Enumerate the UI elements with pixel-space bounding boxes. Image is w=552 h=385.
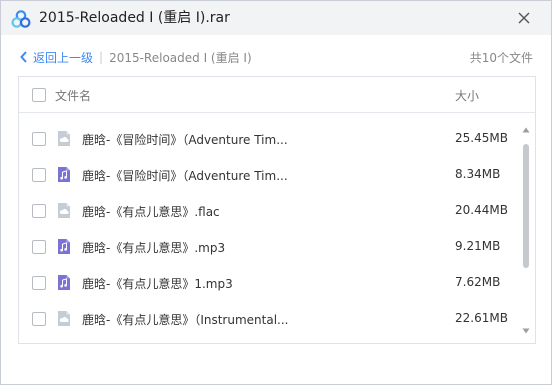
file-size: 9.21MB <box>455 239 501 253</box>
file-row[interactable]: 鹿晗-《有点儿意思》.mp3 9.21MB <box>19 229 519 265</box>
rar-preview-window: 2015-Reloaded I (重启 I).rar 返回上一级 | 2015-… <box>0 0 552 385</box>
row-checkbox[interactable] <box>32 240 46 254</box>
baidu-netdisk-logo-icon <box>11 10 31 28</box>
scroll-down-arrow-icon[interactable] <box>522 328 530 334</box>
column-header-name[interactable]: 文件名 <box>55 87 91 104</box>
back-to-parent-link[interactable]: 返回上一级 <box>33 49 93 66</box>
row-checkbox[interactable] <box>32 168 46 182</box>
file-list: 文件名 大小 鹿晗-《冒险时间》（Adventure Tim... 25.45M… <box>18 76 536 344</box>
breadcrumb: 返回上一级 | 2015-Reloaded I (重启 I) <box>19 47 252 67</box>
chevron-left-icon[interactable] <box>19 50 29 64</box>
file-size: 20.44MB <box>455 203 508 217</box>
column-header-size[interactable]: 大小 <box>455 87 479 104</box>
file-row[interactable]: 鹿晗-《有点儿意思》1.mp3 7.62MB <box>19 265 519 301</box>
file-size: 7.62MB <box>455 275 501 289</box>
file-name: 鹿晗-《有点儿意思》.flac <box>82 205 220 219</box>
file-size: 8.34MB <box>455 167 501 181</box>
file-row[interactable]: 鹿晗-《有点儿意思》（Instrumental... 22.61MB <box>19 301 519 337</box>
cloud-file-icon <box>58 311 70 326</box>
file-row[interactable]: 鹿晗-《冒险时间》（Adventure Tim... 8.34MB <box>19 157 519 193</box>
cloud-file-icon <box>58 131 70 146</box>
scrollbar-thumb[interactable] <box>523 144 529 268</box>
file-size: 25.45MB <box>455 131 508 145</box>
file-list-header: 文件名 大小 <box>19 77 535 113</box>
scroll-up-arrow-icon[interactable] <box>522 127 530 133</box>
current-folder-label: 2015-Reloaded I (重启 I) <box>109 50 252 65</box>
file-size: 22.61MB <box>455 311 508 325</box>
row-checkbox[interactable] <box>32 276 46 290</box>
window-title: 2015-Reloaded I (重启 I).rar <box>39 10 230 26</box>
music-file-icon <box>58 239 70 254</box>
vertical-scrollbar[interactable] <box>521 127 531 337</box>
music-file-icon <box>58 167 70 182</box>
file-row[interactable]: 鹿晗-《有点儿意思》.flac 20.44MB <box>19 193 519 229</box>
breadcrumb-separator: | <box>99 50 104 64</box>
row-checkbox[interactable] <box>32 312 46 326</box>
file-name: 鹿晗-《有点儿意思》1.mp3 <box>82 277 233 291</box>
row-checkbox[interactable] <box>32 204 46 218</box>
file-name: 鹿晗-《有点儿意思》.mp3 <box>82 241 226 255</box>
file-name: 鹿晗-《冒险时间》（Adventure Tim... <box>82 133 288 147</box>
file-row[interactable]: 鹿晗-《冒险时间》（Adventure Tim... 25.45MB <box>19 121 519 157</box>
close-icon[interactable] <box>513 7 535 29</box>
music-file-icon <box>58 275 70 290</box>
file-name: 鹿晗-《冒险时间》（Adventure Tim... <box>82 169 288 183</box>
cloud-file-icon <box>58 203 70 218</box>
select-all-checkbox[interactable] <box>32 88 46 102</box>
file-name: 鹿晗-《有点儿意思》（Instrumental... <box>82 313 289 327</box>
file-count-label: 共10个文件 <box>469 51 533 65</box>
row-checkbox[interactable] <box>32 132 46 146</box>
title-bar: 2015-Reloaded I (重启 I).rar <box>1 1 551 35</box>
